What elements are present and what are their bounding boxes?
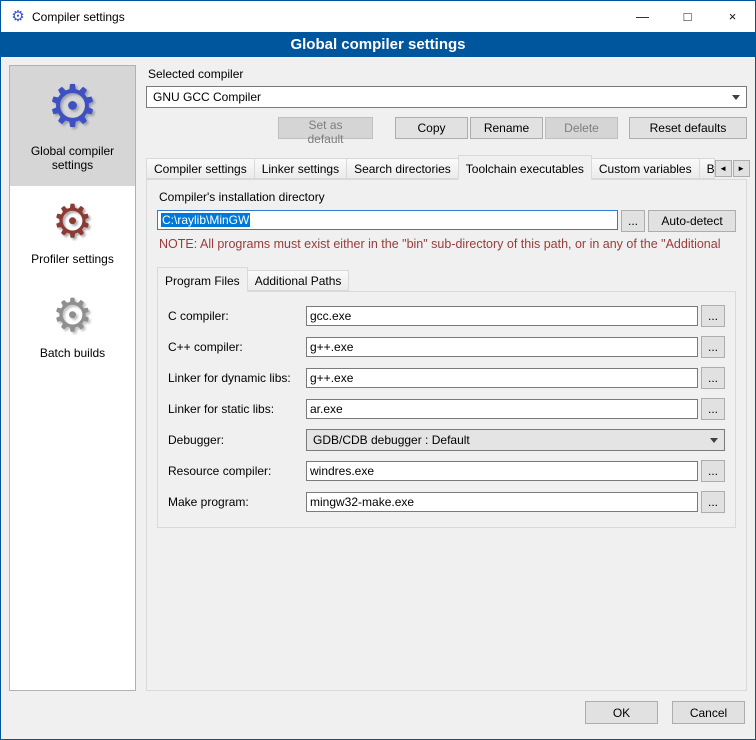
tab-custom-variables[interactable]: Custom variables	[591, 158, 700, 179]
resource-compiler-input[interactable]: windres.exe	[306, 461, 698, 481]
cpp-compiler-browse-button[interactable]: ...	[701, 336, 725, 358]
subtab-program-files[interactable]: Program Files	[157, 267, 248, 292]
tab-linker-settings[interactable]: Linker settings	[254, 158, 347, 179]
dialog-footer: OK Cancel	[1, 697, 755, 739]
rename-button[interactable]: Rename	[470, 117, 543, 139]
cpp-compiler-label: C++ compiler:	[168, 340, 306, 354]
close-button[interactable]: ×	[710, 1, 755, 32]
tab-toolchain-executables[interactable]: Toolchain executables	[458, 155, 592, 180]
static-linker-input[interactable]: ar.exe	[306, 399, 698, 419]
installation-directory-row: C:\raylib\MinGW ... Auto-detect	[157, 210, 736, 232]
settings-tabbar: Compiler settings Linker settings Search…	[146, 155, 747, 179]
sidebar-item-label: Batch builds	[40, 346, 105, 360]
tab-scroll-controls: ◄ ►	[715, 160, 750, 179]
c-compiler-label: C compiler:	[168, 309, 306, 323]
selected-text: C:\raylib\MinGW	[161, 213, 250, 227]
form-row-c-compiler: C compiler: gcc.exe ...	[168, 305, 725, 327]
program-files-tabbar: Program Files Additional Paths	[157, 267, 736, 291]
cpp-compiler-value: g++.exe	[310, 340, 353, 354]
gear-icon: ⚙	[47, 78, 99, 136]
static-linker-label: Linker for static libs:	[168, 402, 306, 416]
selected-compiler-value: GNU GCC Compiler	[153, 90, 261, 104]
form-row-cpp-compiler: C++ compiler: g++.exe ...	[168, 336, 725, 358]
maximize-button[interactable]: □	[665, 1, 710, 32]
static-linker-browse-button[interactable]: ...	[701, 398, 725, 420]
sidebar-item-global-compiler-settings[interactable]: ⚙ Global compiler settings	[10, 66, 135, 186]
selected-compiler-label: Selected compiler	[148, 67, 747, 81]
c-compiler-input[interactable]: gcc.exe	[306, 306, 698, 326]
tab-search-directories[interactable]: Search directories	[346, 158, 459, 179]
cancel-button[interactable]: Cancel	[672, 701, 745, 724]
form-row-resource-compiler: Resource compiler: windres.exe ...	[168, 460, 725, 482]
ok-button[interactable]: OK	[585, 701, 658, 724]
make-program-input[interactable]: mingw32-make.exe	[306, 492, 698, 512]
make-program-value: mingw32-make.exe	[310, 495, 414, 509]
browse-directory-button[interactable]: ...	[621, 210, 645, 232]
tab-scroll-left-icon[interactable]: ◄	[715, 160, 732, 177]
window-title: Compiler settings	[32, 10, 125, 24]
make-program-label: Make program:	[168, 495, 306, 509]
sidebar-item-batch-builds[interactable]: ⚙ Batch builds	[10, 280, 135, 374]
toolchain-executables-panel: Compiler's installation directory C:\ray…	[146, 179, 747, 691]
dynamic-linker-browse-button[interactable]: ...	[701, 367, 725, 389]
bin-subdirectory-note: NOTE: All programs must exist either in …	[159, 237, 736, 251]
cpp-compiler-input[interactable]: g++.exe	[306, 337, 698, 357]
compiler-settings-dialog: ⚙ Compiler settings — □ × Global compile…	[0, 0, 756, 740]
dynamic-linker-input[interactable]: g++.exe	[306, 368, 698, 388]
dropdown-arrow-icon	[727, 88, 745, 106]
resource-compiler-browse-button[interactable]: ...	[701, 460, 725, 482]
form-row-debugger: Debugger: GDB/CDB debugger : Default	[168, 429, 725, 451]
installation-directory-input[interactable]: C:\raylib\MinGW	[157, 210, 618, 230]
sidebar-item-label: Global compiler settings	[14, 144, 131, 172]
make-program-browse-button[interactable]: ...	[701, 491, 725, 513]
settings-sidebar: ⚙ Global compiler settings ⚙ Profiler se…	[9, 65, 136, 691]
window-controls: — □ ×	[620, 1, 755, 32]
batch-builds-icon: ⚙	[52, 292, 93, 338]
copy-button[interactable]: Copy	[395, 117, 468, 139]
dropdown-arrow-icon	[705, 431, 723, 449]
c-compiler-value: gcc.exe	[310, 309, 351, 323]
resource-compiler-label: Resource compiler:	[168, 464, 306, 478]
profiler-tool-icon: ⚙	[52, 198, 93, 244]
program-files-panel: C compiler: gcc.exe ... C++ compiler: g+…	[157, 291, 736, 528]
sidebar-item-label: Profiler settings	[31, 252, 114, 266]
delete-button[interactable]: Delete	[545, 117, 618, 139]
set-as-default-button[interactable]: Set as default	[278, 117, 373, 139]
dynamic-linker-value: g++.exe	[310, 371, 353, 385]
titlebar: ⚙ Compiler settings — □ ×	[1, 1, 755, 32]
c-compiler-browse-button[interactable]: ...	[701, 305, 725, 327]
static-linker-value: ar.exe	[310, 402, 343, 416]
minimize-button[interactable]: —	[620, 1, 665, 32]
auto-detect-button[interactable]: Auto-detect	[648, 210, 736, 232]
selected-compiler-select[interactable]: GNU GCC Compiler	[146, 86, 747, 108]
form-row-static-linker: Linker for static libs: ar.exe ...	[168, 398, 725, 420]
debugger-label: Debugger:	[168, 433, 306, 447]
sidebar-item-profiler-settings[interactable]: ⚙ Profiler settings	[10, 186, 135, 280]
form-row-make-program: Make program: mingw32-make.exe ...	[168, 491, 725, 513]
reset-defaults-button[interactable]: Reset defaults	[629, 117, 747, 139]
app-icon: ⚙	[10, 9, 26, 24]
debugger-value: GDB/CDB debugger : Default	[313, 433, 470, 447]
resource-compiler-value: windres.exe	[310, 464, 374, 478]
tab-compiler-settings[interactable]: Compiler settings	[146, 158, 255, 179]
page-title: Global compiler settings	[1, 32, 755, 57]
debugger-select[interactable]: GDB/CDB debugger : Default	[306, 429, 725, 451]
installation-directory-label: Compiler's installation directory	[159, 190, 736, 204]
subtab-additional-paths[interactable]: Additional Paths	[247, 270, 350, 291]
tab-scroll-right-icon[interactable]: ►	[733, 160, 750, 177]
compiler-actions: Set as default Copy Rename Delete Reset …	[146, 117, 747, 139]
dynamic-linker-label: Linker for dynamic libs:	[168, 371, 306, 385]
tab-build-options[interactable]: Buil	[699, 158, 715, 179]
main-panel: Selected compiler GNU GCC Compiler Set a…	[146, 65, 747, 691]
form-row-dynamic-linker: Linker for dynamic libs: g++.exe ...	[168, 367, 725, 389]
dialog-content: ⚙ Global compiler settings ⚙ Profiler se…	[1, 57, 755, 697]
